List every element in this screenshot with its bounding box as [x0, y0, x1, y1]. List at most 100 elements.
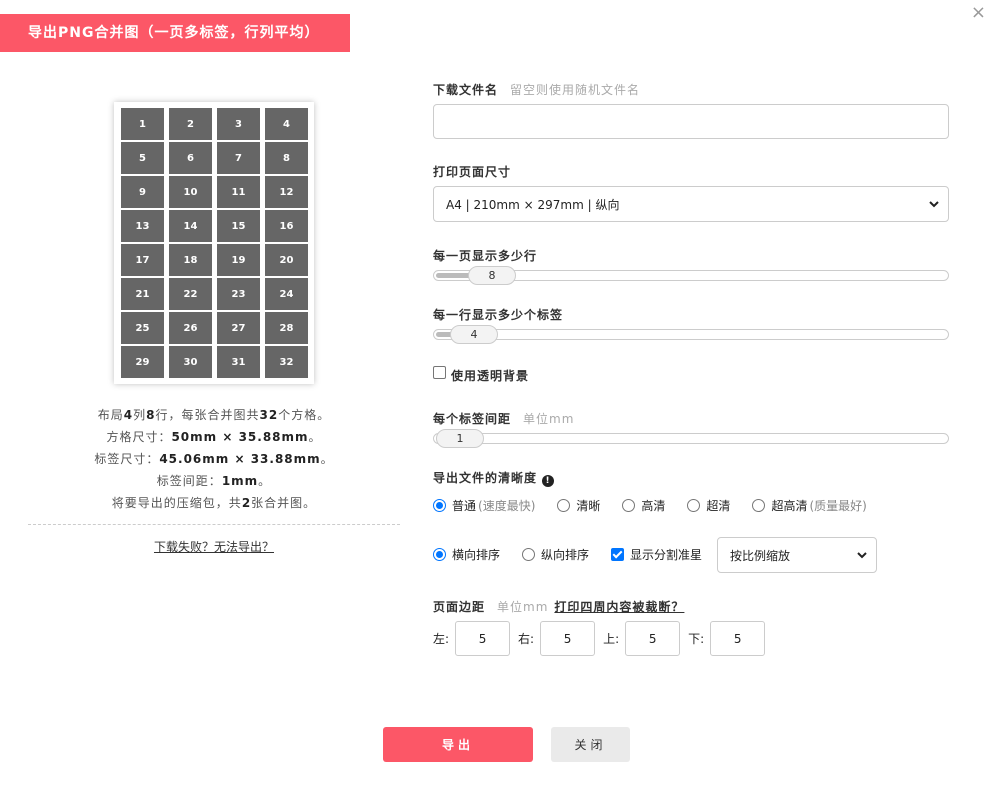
preview-cell: 32: [265, 346, 308, 378]
margin-bottom-input[interactable]: 5: [710, 621, 766, 656]
quality-radio[interactable]: [752, 499, 766, 512]
preview-cell: 4: [265, 108, 308, 140]
quality-option-label: 高清: [641, 499, 666, 513]
divider: [28, 524, 400, 525]
margin-left-input[interactable]: 5: [455, 621, 511, 656]
preview-cell: 11: [217, 176, 260, 208]
margin-help-link[interactable]: 打印四周内容被裁断？: [554, 600, 684, 614]
preview-cell: 13: [121, 210, 164, 242]
margin-label: 页面边距 单位mm 打印四周内容被裁断？: [433, 600, 685, 614]
transparent-bg-label: 使用透明背景: [451, 369, 530, 383]
close-icon[interactable]: ×: [971, 3, 986, 23]
preview-cell: 26: [169, 312, 212, 344]
filename-hint: 留空则使用随机文件名: [510, 83, 641, 97]
preview-cell: 22: [169, 278, 212, 310]
preview-cell: 9: [121, 176, 164, 208]
show-divider-checkbox[interactable]: [611, 548, 625, 561]
preview-cell: 29: [121, 346, 164, 378]
info-line-export-count: 将要导出的压缩包，共2张合并图。: [111, 496, 317, 510]
cols-slider-thumb[interactable]: 4: [450, 325, 498, 344]
preview-cell: 3: [217, 108, 260, 140]
dialog-title: 导出PNG合并图（一页多标签，行列平均）: [0, 14, 350, 52]
preview-cell: 1: [121, 108, 164, 140]
scale-select[interactable]: 按比例缩放: [717, 537, 877, 573]
quality-radio[interactable]: [622, 499, 636, 512]
info-line-gap: 标签间距：1mm。: [156, 474, 272, 488]
info-icon[interactable]: !: [542, 475, 555, 487]
page-size-label: 打印页面尺寸: [433, 165, 512, 179]
preview-cell: 17: [121, 244, 164, 276]
info-line-layout: 布局4列8行，每张合并图共32个方格。: [97, 408, 331, 422]
chevron-down-icon: [929, 201, 939, 208]
margin-bottom-label: 下:: [688, 632, 705, 646]
preview-cell: 24: [265, 278, 308, 310]
preview-cell: 16: [265, 210, 308, 242]
quality-option[interactable]: 超清: [687, 497, 730, 514]
quality-radio[interactable]: [433, 499, 446, 512]
preview-cell: 10: [169, 176, 212, 208]
rows-slider-thumb[interactable]: 8: [468, 266, 516, 285]
page-size-value: A4 | 210mm × 297mm | 纵向: [446, 197, 620, 212]
preview-cell: 20: [265, 244, 308, 276]
transparent-bg-checkbox[interactable]: [433, 366, 446, 379]
quality-option-label: 清晰: [576, 499, 601, 513]
cols-slider[interactable]: 4: [433, 325, 949, 344]
chevron-down-icon: [857, 552, 867, 559]
margin-top-input[interactable]: 5: [625, 621, 681, 656]
show-divider-option[interactable]: 显示分割准星: [611, 546, 702, 563]
preview-cell: 28: [265, 312, 308, 344]
page-size-select[interactable]: A4 | 210mm × 297mm | 纵向: [433, 186, 949, 222]
layout-info: 布局4列8行，每张合并图共32个方格。 方格尺寸：50mm × 35.88mm。…: [28, 404, 400, 514]
preview-sheet: 1 2 3 4 5 6 7 8 9 10 11 12 13 14 15 16 17 18 19 20 21 22 23 24 2…: [114, 102, 314, 384]
quality-options: 普通 (速度最快) 清晰 高清 超清 超高清 (质量最好): [433, 497, 889, 514]
margin-top-label: 上:: [603, 632, 620, 646]
gap-slider-thumb[interactable]: 1: [436, 429, 484, 448]
sort-options: 横向排序 纵向排序 显示分割准星: [433, 546, 726, 563]
preview-cell: 8: [265, 142, 308, 174]
info-line-cell-size: 方格尺寸：50mm × 35.88mm。: [106, 430, 322, 444]
quality-option[interactable]: 高清: [622, 497, 665, 514]
preview-cell: 19: [217, 244, 260, 276]
quality-option-label: 超高清: [771, 499, 808, 513]
margin-left-label: 左:: [433, 632, 450, 646]
sort-horizontal-option[interactable]: 横向排序: [433, 546, 500, 563]
preview-cell: 30: [169, 346, 212, 378]
margin-inputs: 左: 5 右: 5 上: 5 下: 5: [433, 621, 773, 656]
preview-cell: 12: [265, 176, 308, 208]
preview-cell: 23: [217, 278, 260, 310]
margin-right-label: 右:: [518, 632, 535, 646]
sort-horizontal-radio[interactable]: [433, 548, 446, 561]
quality-radio[interactable]: [557, 499, 571, 512]
close-button[interactable]: 关闭: [551, 727, 630, 762]
info-line-label-size: 标签尺寸：45.06mm × 33.88mm。: [94, 452, 334, 466]
scale-value: 按比例缩放: [730, 548, 791, 563]
preview-cell: 18: [169, 244, 212, 276]
preview-cell: 25: [121, 312, 164, 344]
preview-grid: 1 2 3 4 5 6 7 8 9 10 11 12 13 14 15 16 17 18 19 20 21 22 23 24 2…: [121, 108, 308, 378]
preview-cell: 15: [217, 210, 260, 242]
quality-option[interactable]: 清晰: [557, 497, 600, 514]
quality-option-label: 普通: [452, 499, 477, 513]
preview-cell: 21: [121, 278, 164, 310]
quality-option[interactable]: 普通 (速度最快): [433, 497, 535, 514]
quality-option-label: 超清: [706, 499, 731, 513]
gap-slider[interactable]: 1: [433, 429, 949, 448]
sort-vertical-option[interactable]: 纵向排序: [522, 546, 589, 563]
quality-radio[interactable]: [687, 499, 701, 512]
preview-cell: 31: [217, 346, 260, 378]
quality-option[interactable]: 超高清 (质量最好): [752, 497, 867, 514]
cols-label: 每一行显示多少个标签: [433, 308, 564, 322]
download-failed-link[interactable]: 下载失败？无法导出？: [28, 538, 400, 555]
gap-hint: 单位mm: [523, 412, 575, 426]
filename-input[interactable]: [433, 104, 949, 139]
margin-right-input[interactable]: 5: [540, 621, 596, 656]
margin-hint: 单位mm: [497, 600, 549, 614]
sort-vertical-radio[interactable]: [522, 548, 536, 561]
quality-option-note: (质量最好): [809, 499, 867, 513]
rows-slider[interactable]: 8: [433, 266, 949, 285]
export-button[interactable]: 导出: [383, 727, 533, 762]
gap-label: 每个标签间距 单位mm: [433, 412, 575, 426]
preview-cell: 5: [121, 142, 164, 174]
quality-label: 导出文件的清晰度!: [433, 469, 555, 487]
preview-cell: 14: [169, 210, 212, 242]
